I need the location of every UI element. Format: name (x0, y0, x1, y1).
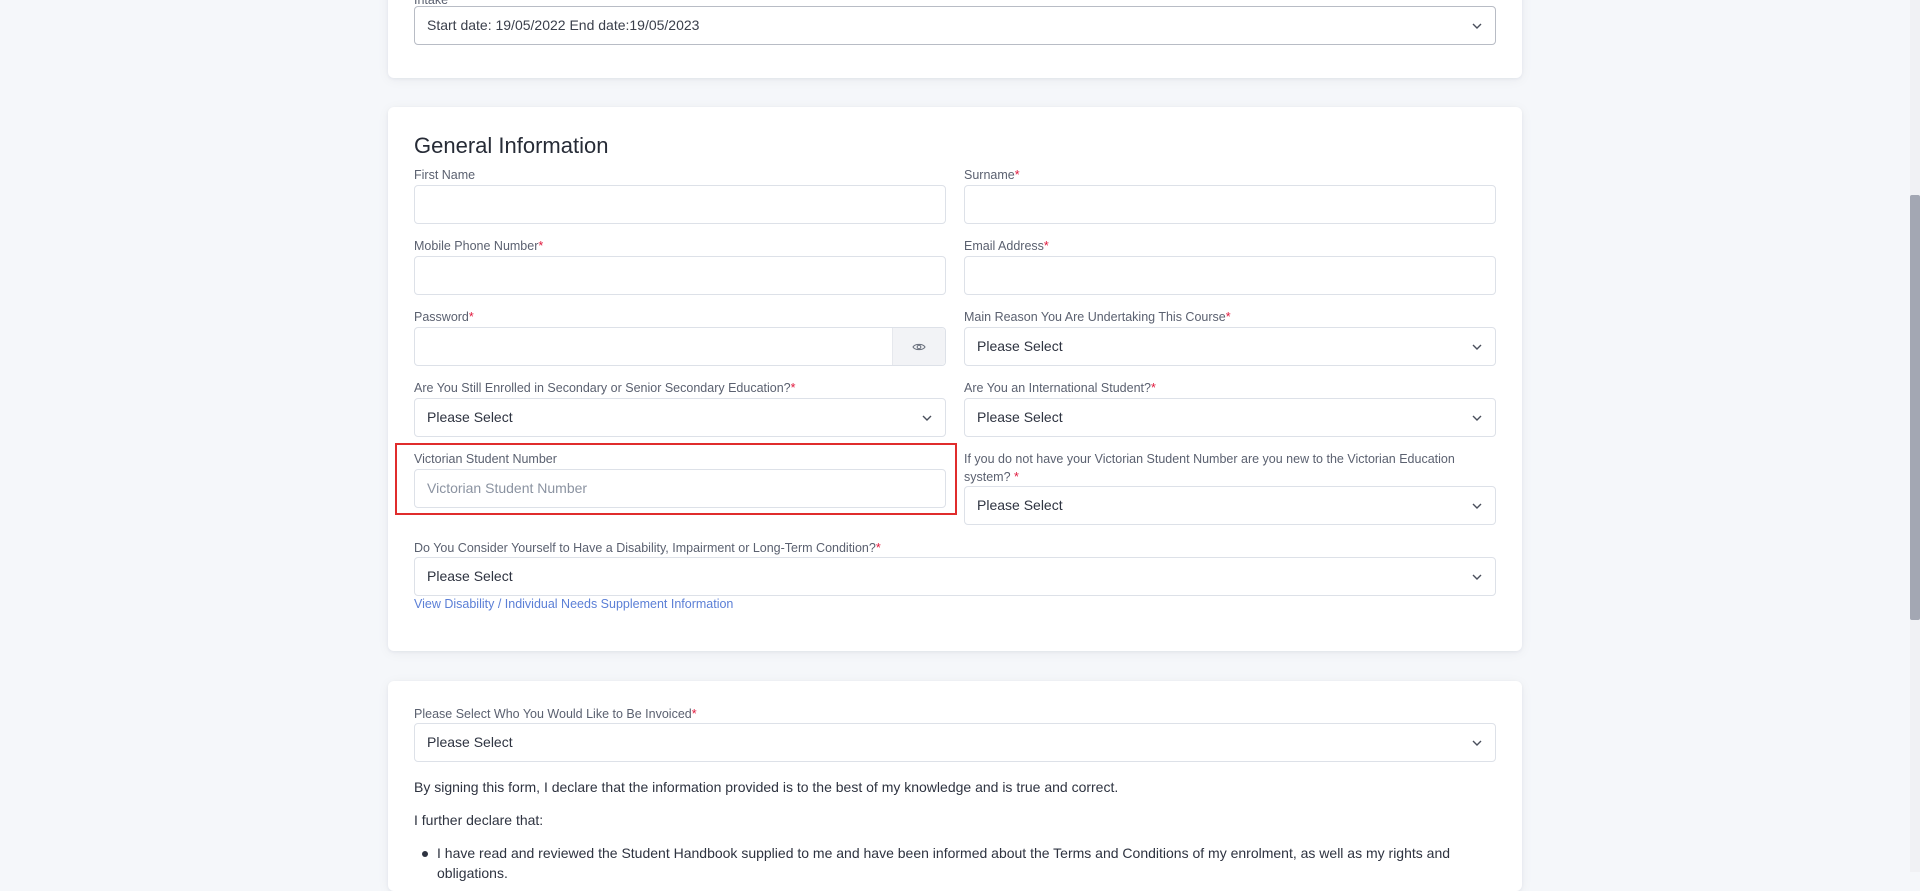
still-enrolled-select[interactable]: Please Select (414, 398, 946, 437)
chevron-down-icon (922, 415, 932, 421)
intake-card: Intake Start date: 19/05/2022 End date:1… (388, 0, 1522, 78)
show-password-button[interactable] (892, 328, 945, 365)
password-input[interactable] (414, 327, 946, 366)
vsn-new-select[interactable]: Please Select (964, 486, 1496, 525)
chevron-down-icon (1472, 574, 1482, 580)
mobile-label: Mobile Phone Number* (414, 239, 544, 253)
email-label: Email Address* (964, 239, 1049, 253)
chevron-down-icon (1472, 344, 1482, 350)
disability-select[interactable]: Please Select (414, 557, 1496, 596)
intake-select-value: Start date: 19/05/2022 End date:19/05/20… (427, 17, 700, 33)
main-reason-label: Main Reason You Are Undertaking This Cou… (964, 310, 1231, 324)
declaration-text: By signing this form, I declare that the… (414, 779, 1119, 795)
main-reason-select[interactable]: Please Select (964, 327, 1496, 366)
international-value: Please Select (977, 409, 1063, 425)
section-title: General Information (414, 133, 609, 158)
vsn-new-value: Please Select (977, 497, 1063, 513)
mobile-input[interactable] (414, 256, 946, 295)
vsn-new-label-line1: If you do not have your Victorian Studen… (964, 452, 1455, 466)
surname-label: Surname* (964, 168, 1020, 182)
still-enrolled-label: Are You Still Enrolled in Secondary or S… (414, 381, 796, 395)
chevron-down-icon (1472, 23, 1482, 29)
disability-label: Do You Consider Yourself to Have a Disab… (414, 541, 881, 555)
bullet-dot (422, 851, 428, 857)
disability-info-link[interactable]: View Disability / Individual Needs Suppl… (414, 597, 733, 611)
vsn-new-label-line2: system? * (964, 470, 1019, 484)
main-reason-value: Please Select (977, 338, 1063, 354)
still-enrolled-value: Please Select (427, 409, 513, 425)
invoice-select[interactable]: Please Select (414, 723, 1496, 762)
international-label: Are You an International Student?* (964, 381, 1156, 395)
chevron-down-icon (1472, 740, 1482, 746)
international-select[interactable]: Please Select (964, 398, 1496, 437)
email-input[interactable] (964, 256, 1496, 295)
password-label: Password* (414, 310, 474, 324)
invoice-value: Please Select (427, 734, 513, 750)
chevron-down-icon (1472, 503, 1482, 509)
vsn-highlight-box (395, 443, 957, 515)
invoice-label: Please Select Who You Would Like to Be I… (414, 707, 697, 721)
first-name-label: First Name (414, 168, 476, 182)
general-information-card: General Information First Name Surname* … (388, 107, 1522, 651)
surname-input[interactable] (964, 185, 1496, 224)
chevron-down-icon (1472, 415, 1482, 421)
first-name-input[interactable] (414, 185, 946, 224)
eye-icon (912, 343, 926, 350)
bullet-text: I have read and reviewed the Student Han… (437, 845, 1451, 861)
further-declare-text: I further declare that: (414, 812, 544, 828)
scrollbar-thumb[interactable] (1910, 195, 1920, 620)
bullet-text-cont: obligations. (437, 865, 508, 881)
disability-value: Please Select (427, 568, 513, 584)
intake-select[interactable]: Start date: 19/05/2022 End date:19/05/20… (414, 6, 1496, 45)
